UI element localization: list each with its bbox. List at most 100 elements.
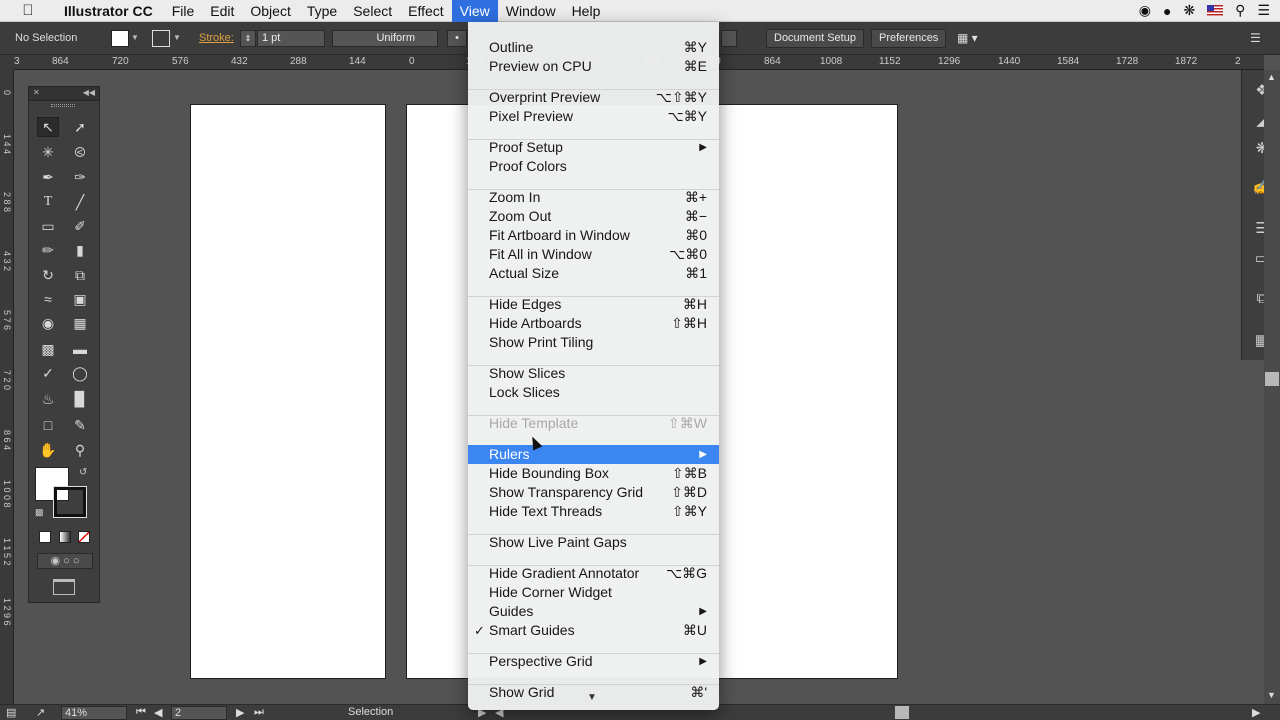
menu-item-show-live-paint-gaps[interactable]: Show Live Paint Gaps bbox=[468, 533, 719, 552]
panel-menu-icon[interactable]: ☰ bbox=[1250, 31, 1261, 45]
slice-tool-icon[interactable]: ✎ bbox=[69, 415, 91, 435]
column-graph-tool-icon[interactable]: ▉ bbox=[69, 389, 91, 409]
default-colors-icon[interactable]: ▩ bbox=[35, 507, 44, 518]
curvature-tool-icon[interactable]: ✑ bbox=[69, 167, 91, 187]
menu-item-show-transparency-grid[interactable]: Show Transparency Grid ⇧⌘D bbox=[468, 483, 719, 502]
zoom-level-field[interactable]: 41% bbox=[61, 706, 127, 720]
stroke-weight-input[interactable]: 1 pt bbox=[257, 30, 325, 47]
menu-item-overprint-preview[interactable]: Overprint Preview ⌥⇧⌘Y bbox=[468, 88, 719, 107]
perspective-grid-tool-icon[interactable]: ▦ bbox=[69, 313, 91, 333]
menu-item-lock-slices[interactable]: Lock Slices bbox=[468, 383, 719, 402]
scroll-thumb[interactable] bbox=[1265, 372, 1279, 386]
menu-item-hide-artboards[interactable]: Hide Artboards ⇧⌘H bbox=[468, 314, 719, 333]
next-artboard-icon[interactable]: ▶ bbox=[236, 706, 244, 719]
line-segment-tool-icon[interactable]: ╱ bbox=[69, 192, 91, 212]
menu-item-proof-setup[interactable]: Proof Setup ▶ bbox=[468, 138, 719, 157]
first-artboard-icon[interactable]: ⏮ bbox=[136, 706, 146, 719]
menu-item-proof-colors[interactable]: Proof Colors bbox=[468, 157, 719, 176]
menu-item-hide-bounding-box[interactable]: Hide Bounding Box ⇧⌘B bbox=[468, 464, 719, 483]
variable-width-profile-select[interactable]: Uniform bbox=[332, 30, 438, 47]
stroke-swatch-dropdown-icon[interactable]: ▼ bbox=[173, 33, 181, 42]
stroke-color-box[interactable] bbox=[53, 486, 87, 518]
brush-definition-select[interactable]: • bbox=[447, 30, 467, 47]
menu-item-fit-all-in-window[interactable]: Fit All in Window ⌥⌘0 bbox=[468, 245, 719, 264]
hand-tool-icon[interactable]: ✋ bbox=[37, 440, 59, 460]
scroll-up-icon[interactable]: ▲ bbox=[1267, 72, 1276, 82]
panel-grip[interactable] bbox=[51, 104, 75, 107]
none-mode-icon[interactable] bbox=[78, 531, 90, 543]
menu-effect[interactable]: Effect bbox=[400, 0, 452, 22]
previous-artboard-icon[interactable]: ◀ bbox=[154, 706, 162, 719]
menu-item-show-print-tiling[interactable]: Show Print Tiling bbox=[468, 333, 719, 352]
symbol-sprayer-tool-icon[interactable]: ♨ bbox=[37, 389, 59, 409]
vertical-ruler[interactable]: 0 1 4 4 2 8 8 4 3 2 5 7 6 7 2 0 8 6 4 1 … bbox=[0, 70, 14, 704]
input-source-flag-icon[interactable] bbox=[1207, 5, 1224, 16]
menu-item-perspective-grid[interactable]: Perspective Grid ▶ bbox=[468, 652, 719, 671]
lasso-tool-icon[interactable]: ⧀ bbox=[69, 142, 91, 162]
arrange-documents-icon[interactable]: ▦ ▾ bbox=[957, 31, 978, 45]
menu-help[interactable]: Help bbox=[564, 0, 609, 22]
menu-view[interactable]: View bbox=[451, 0, 498, 22]
tools-panel-header[interactable]: ✕ ◀◀ bbox=[29, 87, 99, 101]
artboard-1[interactable] bbox=[190, 104, 386, 679]
notification-list-icon[interactable]: ☰ bbox=[1257, 2, 1270, 19]
menu-item-zoom-in[interactable]: Zoom In ⌘+ bbox=[468, 188, 719, 207]
menu-item-actual-size[interactable]: Actual Size ⌘1 bbox=[468, 264, 719, 283]
free-transform-tool-icon[interactable]: ▣ bbox=[69, 289, 91, 309]
menu-file[interactable]: File bbox=[164, 0, 203, 22]
scroll-down-icon[interactable]: ▼ bbox=[1267, 690, 1276, 700]
menu-item-zoom-out[interactable]: Zoom Out ⌘− bbox=[468, 207, 719, 226]
app-menu[interactable]: Illustrator CC bbox=[56, 0, 164, 22]
menu-item-fit-artboard-in-window[interactable]: Fit Artboard in Window ⌘0 bbox=[468, 226, 719, 245]
menu-item-outline[interactable]: Outline ⌘Y bbox=[468, 38, 719, 57]
ruler-origin[interactable] bbox=[0, 55, 14, 70]
pen-tool-icon[interactable]: ✒ bbox=[37, 167, 59, 187]
scroll-right-icon[interactable]: ▶ bbox=[1252, 706, 1260, 719]
horizontal-scroll-thumb[interactable] bbox=[895, 706, 909, 719]
menu-type[interactable]: Type bbox=[299, 0, 345, 22]
pencil-tool-icon[interactable]: ✏ bbox=[37, 240, 59, 260]
rotate-tool-icon[interactable]: ↻ bbox=[37, 265, 59, 285]
menu-select[interactable]: Select bbox=[345, 0, 400, 22]
gradient-tool-icon[interactable]: ▬ bbox=[69, 339, 91, 359]
collapse-icon[interactable]: ◀◀ bbox=[83, 88, 95, 97]
menu-item-pixel-preview[interactable]: Pixel Preview ⌥⌘Y bbox=[468, 107, 719, 126]
last-artboard-icon[interactable]: ⏭ bbox=[254, 706, 264, 719]
zoom-tool-icon[interactable]: ⚲ bbox=[69, 440, 91, 460]
menu-item-rulers[interactable]: Rulers ▶ bbox=[468, 445, 719, 464]
menu-object[interactable]: Object bbox=[242, 0, 298, 22]
menu-item-preview-on-cpu[interactable]: Preview on CPU ⌘E bbox=[468, 57, 719, 76]
scale-tool-icon[interactable]: ⧉ bbox=[69, 265, 91, 285]
menu-scroll-down-icon[interactable]: ▼ bbox=[587, 692, 597, 703]
menu-item-smart-guides[interactable]: ✓ Smart Guides ⌘U bbox=[468, 621, 719, 640]
type-tool-icon[interactable]: T bbox=[37, 192, 59, 212]
menu-item-hide-corner-widget[interactable]: Hide Corner Widget bbox=[468, 583, 719, 602]
document-setup-button[interactable]: Document Setup bbox=[766, 29, 864, 48]
close-icon[interactable]: ✕ bbox=[33, 88, 40, 97]
rectangle-tool-icon[interactable]: ▭ bbox=[37, 216, 59, 236]
artboard-number-field[interactable]: 2 bbox=[171, 706, 227, 720]
gradient-mode-icon[interactable] bbox=[59, 531, 71, 543]
screen-mode-icon[interactable] bbox=[53, 579, 75, 595]
style-select[interactable] bbox=[721, 30, 737, 47]
fill-swatch[interactable] bbox=[111, 30, 129, 47]
creative-cloud-icon[interactable]: ◉ bbox=[1139, 2, 1151, 19]
evernote-icon[interactable]: ● bbox=[1163, 3, 1171, 19]
magic-wand-tool-icon[interactable]: ✳ bbox=[37, 142, 59, 162]
paintbrush-tool-icon[interactable]: ✐ bbox=[69, 216, 91, 236]
mesh-tool-icon[interactable]: ▩ bbox=[37, 339, 59, 359]
menu-item-hide-text-threads[interactable]: Hide Text Threads ⇧⌘Y bbox=[468, 502, 719, 521]
color-mode-icon[interactable] bbox=[39, 531, 51, 543]
artboard-tool-icon[interactable]: □ bbox=[37, 415, 59, 435]
vertical-scrollbar[interactable]: ▲ ▼ bbox=[1264, 70, 1280, 704]
preferences-button[interactable]: Preferences bbox=[871, 29, 947, 48]
menu-item-hide-gradient-annotator[interactable]: Hide Gradient Annotator ⌥⌘G bbox=[468, 564, 719, 583]
fill-dropdown-icon[interactable]: ▼ bbox=[131, 33, 139, 42]
stroke-swatch[interactable] bbox=[152, 30, 170, 47]
share-icon[interactable]: ↗ bbox=[36, 706, 45, 719]
menu-item-guides[interactable]: Guides ▶ bbox=[468, 602, 719, 621]
menu-edit[interactable]: Edit bbox=[202, 0, 242, 22]
stroke-weight-stepper[interactable]: ⇕ bbox=[240, 30, 256, 47]
menu-item-show-slices[interactable]: Show Slices bbox=[468, 364, 719, 383]
eraser-tool-icon[interactable]: ▮ bbox=[69, 240, 91, 260]
